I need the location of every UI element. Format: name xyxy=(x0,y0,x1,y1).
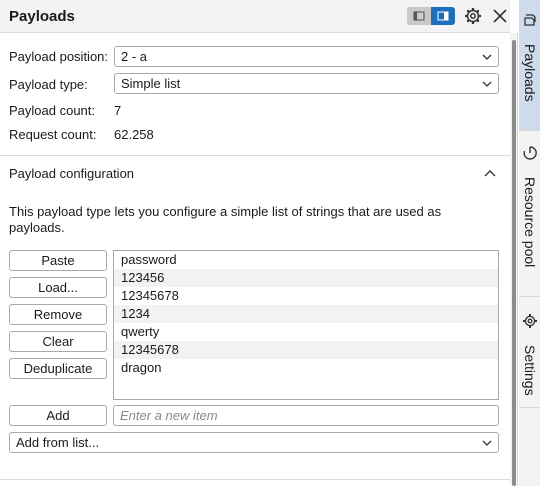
sidebar-tab-label: Settings xyxy=(522,345,538,396)
remove-button[interactable]: Remove xyxy=(9,304,107,325)
clear-button[interactable]: Clear xyxy=(9,331,107,352)
resource-pool-icon xyxy=(523,146,537,160)
sidebar-tab-payloads[interactable]: Payloads xyxy=(519,0,540,130)
payload-position-label: Payload position: xyxy=(9,49,109,64)
list-item[interactable]: 12345678 xyxy=(114,287,498,305)
list-item[interactable]: password xyxy=(114,251,498,269)
payload-type-description: This payload type lets you configure a s… xyxy=(9,204,442,235)
add-from-list-value: Add from list... xyxy=(16,435,100,450)
request-count-label: Request count: xyxy=(9,127,97,142)
layout-toggle[interactable] xyxy=(407,7,455,25)
payload-list[interactable]: password 123456 12345678 1234 qwerty 123… xyxy=(113,250,499,400)
payload-position-select[interactable]: 2 - a xyxy=(114,46,499,67)
paste-button[interactable]: Paste xyxy=(9,250,107,271)
payload-configuration-title: Payload configuration xyxy=(9,166,135,181)
panel-title: Payloads xyxy=(9,8,75,25)
section-divider xyxy=(0,155,510,156)
payload-type-select[interactable]: Simple list xyxy=(114,73,499,94)
chevron-down-icon xyxy=(482,440,492,446)
sidebar-divider xyxy=(519,407,540,408)
payload-count-value: 7 xyxy=(114,103,122,118)
sidebar-tab-resource-pool[interactable]: Resource pool xyxy=(519,131,540,296)
list-item[interactable]: qwerty xyxy=(114,323,498,341)
list-item[interactable]: dragon xyxy=(114,359,498,377)
payloads-icon xyxy=(524,14,536,26)
panel-header: Payloads xyxy=(0,0,510,33)
gear-icon xyxy=(523,314,537,328)
payload-count-label: Payload count: xyxy=(9,103,96,118)
add-button[interactable]: Add xyxy=(9,405,107,426)
sidebar-tab-settings[interactable]: Settings xyxy=(519,297,540,407)
section-divider xyxy=(0,479,510,480)
chevron-down-icon xyxy=(482,54,492,60)
layout-panel-icon xyxy=(437,11,449,21)
settings-gear-icon[interactable] xyxy=(463,6,483,26)
add-from-list-select[interactable]: Add from list... xyxy=(9,432,499,453)
chevron-up-icon[interactable] xyxy=(483,168,497,180)
layout-split-icon xyxy=(413,11,425,21)
chevron-down-icon xyxy=(482,81,492,87)
layout-split-button[interactable] xyxy=(407,7,431,25)
load-button[interactable]: Load... xyxy=(9,277,107,298)
new-item-input[interactable] xyxy=(113,405,499,426)
deduplicate-button[interactable]: Deduplicate xyxy=(9,358,107,379)
list-item[interactable]: 123456 xyxy=(114,269,498,287)
sidebar-tab-label: Resource pool xyxy=(522,177,538,268)
list-item[interactable]: 12345678 xyxy=(114,341,498,359)
layout-panel-button[interactable] xyxy=(431,7,455,25)
scrollbar[interactable] xyxy=(512,40,516,486)
payload-type-value: Simple list xyxy=(121,76,181,91)
payloads-panel: Payloads Payload position: 2 - a Payload… xyxy=(0,0,510,486)
close-icon[interactable] xyxy=(490,6,510,26)
payload-type-label: Payload type: xyxy=(9,77,88,92)
list-item[interactable]: 1234 xyxy=(114,305,498,323)
right-sidebar: Payloads Resource pool Settings xyxy=(519,0,540,486)
sidebar-tab-label: Payloads xyxy=(522,44,538,102)
payload-position-value: 2 - a xyxy=(121,49,148,64)
request-count-value: 62.258 xyxy=(114,127,154,142)
